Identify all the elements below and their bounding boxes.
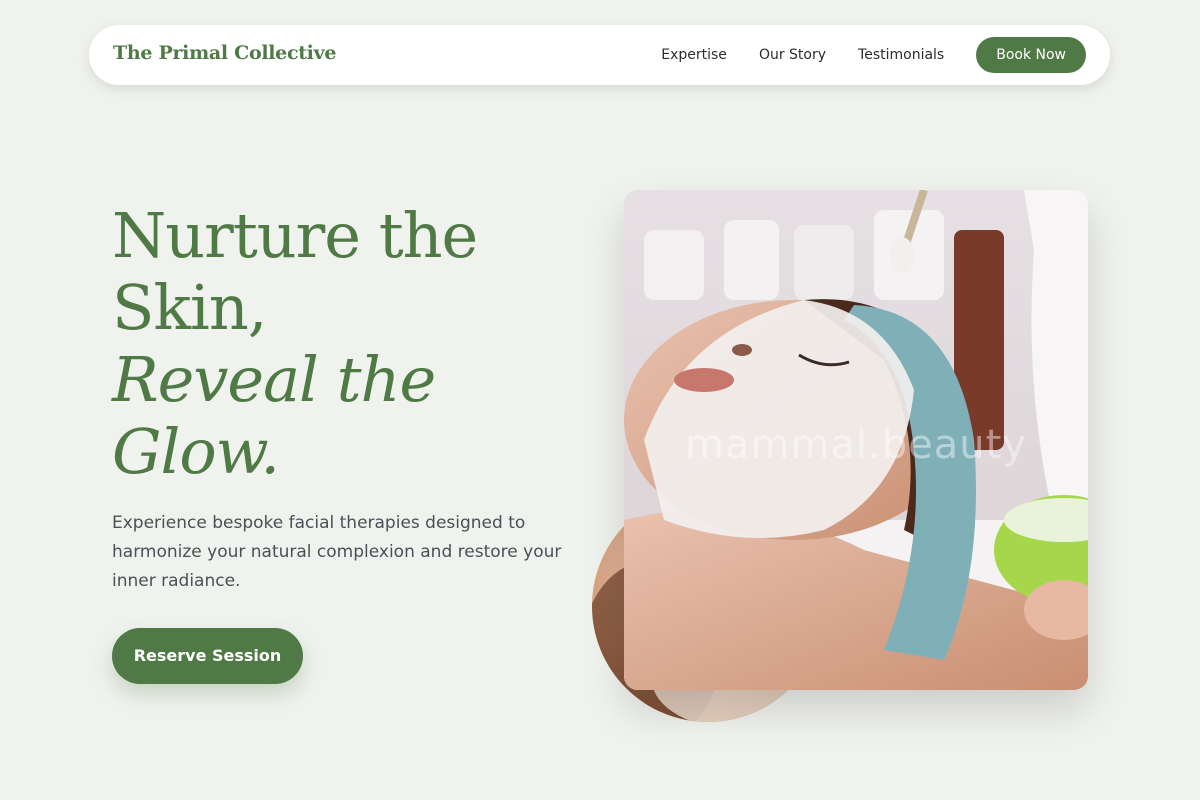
nav-link-testimonials[interactable]: Testimonials bbox=[858, 37, 944, 73]
hero-title: Nurture the Skin, Reveal the Glow. bbox=[112, 200, 582, 488]
book-now-button[interactable]: Book Now bbox=[976, 37, 1086, 73]
top-navbar: The Primal Collective Expertise Our Stor… bbox=[89, 25, 1110, 85]
nav-link-our-story[interactable]: Our Story bbox=[759, 37, 826, 73]
hero-facial-image: mammal.beauty bbox=[624, 190, 1088, 690]
hero-title-line-1: Nurture the bbox=[112, 199, 478, 272]
hero-title-italic-line-1: Reveal the bbox=[112, 343, 436, 416]
reserve-session-button[interactable]: Reserve Session bbox=[112, 628, 303, 684]
nav-links: Expertise Our Story Testimonials Book No… bbox=[661, 37, 1086, 73]
hero-title-line-2: Skin, bbox=[112, 271, 268, 344]
brand-logo[interactable]: The Primal Collective bbox=[113, 42, 336, 64]
image-watermark: mammal.beauty bbox=[685, 422, 1027, 468]
hero-title-italic-line-2: Glow. bbox=[112, 415, 280, 488]
hero-description: Experience bespoke facial therapies desi… bbox=[112, 513, 562, 591]
nav-link-expertise[interactable]: Expertise bbox=[661, 37, 727, 73]
